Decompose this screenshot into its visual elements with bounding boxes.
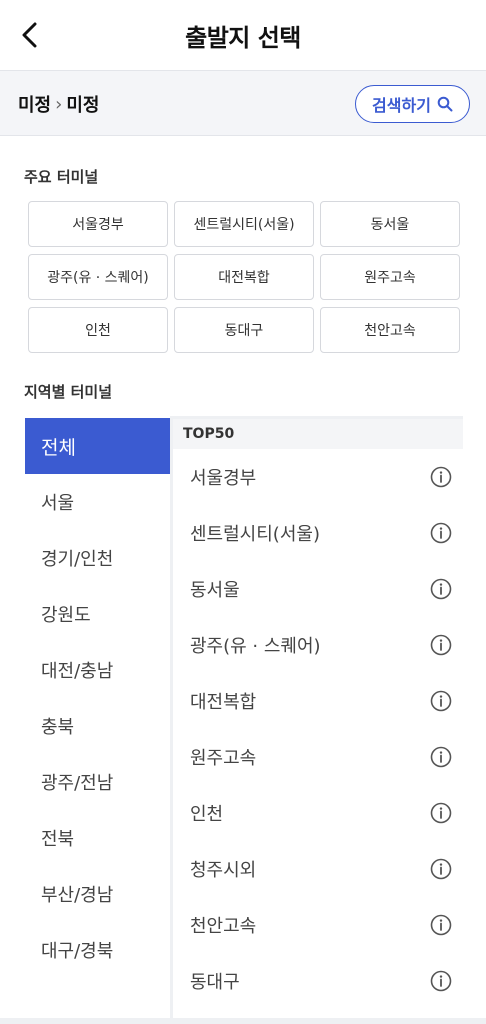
region-item[interactable]: 서울 xyxy=(25,474,170,530)
region-item[interactable]: 강원도 xyxy=(25,586,170,642)
info-icon[interactable] xyxy=(429,689,453,713)
region-item[interactable]: 전북 xyxy=(25,810,170,866)
regional-terminals-title: 지역별 터미널 xyxy=(24,383,113,401)
info-icon[interactable] xyxy=(429,801,453,825)
major-terminal-grid: 서울경부 센트럴시티(서울) 동서울 광주(유 · 스퀘어) 대전복합 원주고속… xyxy=(28,201,460,353)
page-title: 출발지 선택 xyxy=(185,24,301,52)
terminal-row[interactable]: 청주시외 xyxy=(173,841,463,897)
route-separator: › xyxy=(55,93,63,115)
major-terminal-button[interactable]: 원주고속 xyxy=(320,254,460,300)
terminal-name: 인천 xyxy=(190,804,224,825)
terminal-row[interactable]: 동서울 xyxy=(173,561,463,617)
terminal-name: 동서울 xyxy=(190,580,240,601)
major-terminal-button[interactable]: 인천 xyxy=(28,307,168,353)
bottom-divider xyxy=(0,1018,486,1024)
major-terminal-button[interactable]: 천안고속 xyxy=(320,307,460,353)
region-item[interactable]: 충북 xyxy=(25,698,170,754)
terminal-name: 청주시외 xyxy=(190,860,257,881)
terminal-name: 동대구 xyxy=(190,972,240,993)
terminal-row[interactable]: 대전복합 xyxy=(173,673,463,729)
region-item[interactable]: 광주/전남 xyxy=(25,754,170,810)
info-icon[interactable] xyxy=(429,521,453,545)
region-item[interactable]: 대구/경북 xyxy=(25,922,170,978)
major-terminal-button[interactable]: 동대구 xyxy=(174,307,314,353)
search-button-label: 검색하기 xyxy=(372,96,431,115)
info-icon[interactable] xyxy=(429,465,453,489)
region-list: 전체 서울 경기/인천 강원도 대전/충남 충북 광주/전남 전북 부산/경남 … xyxy=(25,418,170,1024)
info-icon[interactable] xyxy=(429,969,453,993)
major-terminal-button[interactable]: 광주(유 · 스퀘어) xyxy=(28,254,168,300)
terminal-name: 대전복합 xyxy=(190,692,257,713)
major-terminals-title: 주요 터미널 xyxy=(24,168,99,186)
region-item[interactable]: 부산/경남 xyxy=(25,866,170,922)
search-icon xyxy=(437,96,453,112)
terminal-row[interactable]: 서울경부 xyxy=(173,449,463,505)
terminal-name: 천안고속 xyxy=(190,916,257,937)
info-icon[interactable] xyxy=(429,745,453,769)
terminal-row[interactable]: 동대구 xyxy=(173,953,463,1009)
terminal-row[interactable]: 인천 xyxy=(173,785,463,841)
terminal-name: 센트럴시티(서울) xyxy=(190,524,320,545)
major-terminal-button[interactable]: 서울경부 xyxy=(28,201,168,247)
route-bar: 미정 › 미정 검색하기 xyxy=(0,70,486,136)
terminal-row[interactable]: 광주(유 · 스퀘어) xyxy=(173,617,463,673)
major-terminal-button[interactable]: 대전복합 xyxy=(174,254,314,300)
terminal-name: 원주고속 xyxy=(190,748,257,769)
info-icon[interactable] xyxy=(429,913,453,937)
terminal-list: TOP50 서울경부 센트럴시티(서울) 동서울 광주(유 · 스퀘어) 대전복… xyxy=(170,416,463,1024)
major-terminal-button[interactable]: 센트럴시티(서울) xyxy=(174,201,314,247)
info-icon[interactable] xyxy=(429,577,453,601)
terminal-name: 서울경부 xyxy=(190,468,257,489)
terminal-row[interactable]: 원주고속 xyxy=(173,729,463,785)
terminal-list-label: TOP50 xyxy=(173,419,463,449)
route-from: 미정 xyxy=(18,95,52,116)
breadcrumb: 미정 › 미정 xyxy=(18,91,99,117)
route-to: 미정 xyxy=(66,95,100,116)
region-item[interactable]: 경기/인천 xyxy=(25,530,170,586)
search-button[interactable]: 검색하기 xyxy=(355,85,470,123)
major-terminal-button[interactable]: 동서울 xyxy=(320,201,460,247)
terminal-row[interactable]: 천안고속 xyxy=(173,897,463,953)
info-icon[interactable] xyxy=(429,633,453,657)
info-icon[interactable] xyxy=(429,857,453,881)
header: 출발지 선택 xyxy=(0,0,486,70)
terminal-name: 광주(유 · 스퀘어) xyxy=(190,636,321,657)
region-item-all[interactable]: 전체 xyxy=(25,418,170,474)
region-item[interactable]: 대전/충남 xyxy=(25,642,170,698)
terminal-row[interactable]: 센트럴시티(서울) xyxy=(173,505,463,561)
